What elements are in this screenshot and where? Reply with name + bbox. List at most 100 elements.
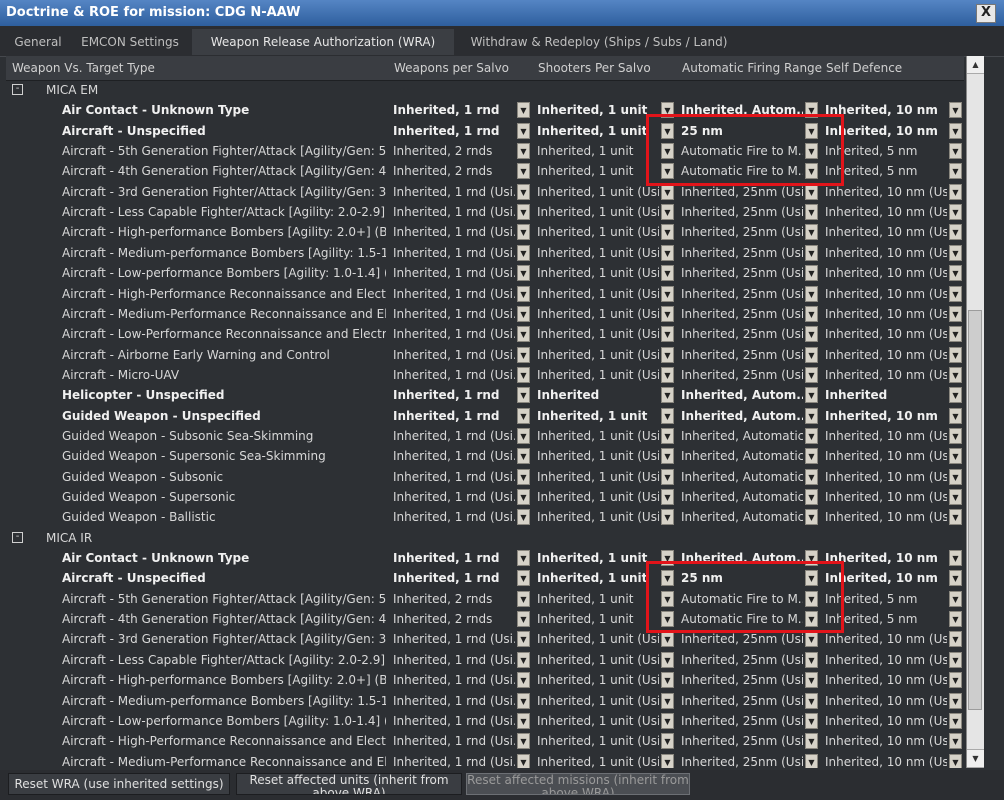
table-row[interactable]: Aircraft - Medium-Performance Reconnaiss… bbox=[6, 752, 964, 768]
column-header-self-defence[interactable]: Self Defence bbox=[826, 61, 902, 75]
dropdown-arrow-icon[interactable]: ▼ bbox=[805, 448, 818, 465]
dropdown-arrow-icon[interactable]: ▼ bbox=[805, 407, 818, 424]
dropdown-arrow-icon[interactable]: ▼ bbox=[517, 468, 530, 485]
dropdown-arrow-icon[interactable]: ▼ bbox=[805, 631, 818, 648]
self-defence-cell[interactable]: Inherited, 10 nm (Usi... bbox=[825, 266, 947, 280]
dropdown-arrow-icon[interactable]: ▼ bbox=[949, 244, 962, 261]
shooters-per-salvo-cell[interactable]: Inherited, 1 unit bbox=[537, 103, 659, 117]
shooters-per-salvo-cell[interactable]: Inherited, 1 unit (Usi... bbox=[537, 287, 659, 301]
dropdown-arrow-icon[interactable]: ▼ bbox=[661, 651, 674, 668]
dropdown-arrow-icon[interactable]: ▼ bbox=[805, 468, 818, 485]
dropdown-arrow-icon[interactable]: ▼ bbox=[517, 570, 530, 587]
table-row[interactable]: Guided Weapon - Unspecified Inherited, 1 … bbox=[6, 406, 964, 426]
weapons-per-salvo-cell[interactable]: Inherited, 1 rnd (Usi... bbox=[393, 673, 515, 687]
self-defence-cell[interactable]: Inherited, 10 nm (Usi... bbox=[825, 449, 947, 463]
reset-affected-units-button[interactable]: Reset affected units (inherit from above… bbox=[236, 773, 462, 795]
dropdown-arrow-icon[interactable]: ▼ bbox=[949, 753, 962, 768]
dropdown-arrow-icon[interactable]: ▼ bbox=[661, 305, 674, 322]
dropdown-arrow-icon[interactable]: ▼ bbox=[805, 509, 818, 526]
dropdown-arrow-icon[interactable]: ▼ bbox=[661, 631, 674, 648]
self-defence-cell[interactable]: Inherited, 10 nm (Usi... bbox=[825, 368, 947, 382]
dropdown-arrow-icon[interactable]: ▼ bbox=[949, 489, 962, 505]
dropdown-arrow-icon[interactable]: ▼ bbox=[517, 102, 530, 119]
weapons-per-salvo-cell[interactable]: Inherited, 1 rnd (Usi... bbox=[393, 694, 515, 708]
shooters-per-salvo-cell[interactable]: Inherited, 1 unit (Usi... bbox=[537, 653, 659, 667]
table-row[interactable]: Aircraft - High-performance Bombers [Agi… bbox=[6, 222, 964, 242]
automatic-firing-range-cell[interactable]: Inherited, 25nm (Usi... bbox=[681, 205, 803, 219]
dropdown-arrow-icon[interactable]: ▼ bbox=[661, 183, 674, 200]
shooters-per-salvo-cell[interactable]: Inherited, 1 unit (Usi... bbox=[537, 673, 659, 687]
dropdown-arrow-icon[interactable]: ▼ bbox=[517, 692, 530, 709]
dropdown-arrow-icon[interactable]: ▼ bbox=[805, 183, 818, 200]
shooters-per-salvo-cell[interactable]: Inherited, 1 unit (Usi... bbox=[537, 755, 659, 768]
shooters-per-salvo-cell[interactable]: Inherited, 1 unit (Usi... bbox=[537, 632, 659, 646]
shooters-per-salvo-cell[interactable]: Inherited, 1 unit (Usi... bbox=[537, 246, 659, 260]
shooters-per-salvo-cell[interactable]: Inherited, 1 unit bbox=[537, 144, 659, 158]
dropdown-arrow-icon[interactable]: ▼ bbox=[805, 672, 818, 689]
weapons-per-salvo-cell[interactable]: Inherited, 1 rnd (Usi... bbox=[393, 307, 515, 321]
weapons-per-salvo-cell[interactable]: Inherited, 1 rnd (Usi... bbox=[393, 205, 515, 219]
table-row[interactable]: Aircraft - Medium-performance Bombers [A… bbox=[6, 691, 964, 711]
tab-emcon-settings[interactable]: EMCON Settings bbox=[76, 29, 184, 55]
dropdown-arrow-icon[interactable]: ▼ bbox=[949, 122, 962, 139]
dropdown-arrow-icon[interactable]: ▼ bbox=[661, 204, 674, 221]
weapons-per-salvo-cell[interactable]: Inherited, 1 rnd (Usi... bbox=[393, 348, 515, 362]
shooters-per-salvo-cell[interactable]: Inherited, 1 unit (Usi... bbox=[537, 266, 659, 280]
dropdown-arrow-icon[interactable]: ▼ bbox=[517, 733, 530, 750]
dropdown-arrow-icon[interactable]: ▼ bbox=[661, 346, 674, 363]
self-defence-cell[interactable]: Inherited, 10 nm (Usi... bbox=[825, 734, 947, 748]
dropdown-arrow-icon[interactable]: ▼ bbox=[949, 590, 962, 607]
dropdown-arrow-icon[interactable]: ▼ bbox=[805, 427, 818, 444]
weapons-per-salvo-cell[interactable]: Inherited, 1 rnd bbox=[393, 103, 515, 117]
shooters-per-salvo-cell[interactable]: Inherited, 1 unit bbox=[537, 571, 659, 585]
dropdown-arrow-icon[interactable]: ▼ bbox=[661, 448, 674, 465]
dropdown-arrow-icon[interactable]: ▼ bbox=[517, 285, 530, 302]
table-row[interactable]: Aircraft - High-performance Bombers [Agi… bbox=[6, 670, 964, 690]
dropdown-arrow-icon[interactable]: ▼ bbox=[661, 509, 674, 526]
automatic-firing-range-cell[interactable]: Inherited, Automatic ... bbox=[681, 449, 803, 463]
shooters-per-salvo-cell[interactable]: Inherited, 1 unit (Usi... bbox=[537, 348, 659, 362]
shooters-per-salvo-cell[interactable]: Inherited, 1 unit (Usi... bbox=[537, 205, 659, 219]
reset-wra-button[interactable]: Reset WRA (use inherited settings) bbox=[8, 773, 230, 795]
self-defence-cell[interactable]: Inherited, 10 nm (Usi... bbox=[825, 653, 947, 667]
weapons-per-salvo-cell[interactable]: Inherited, 1 rnd bbox=[393, 409, 515, 423]
self-defence-cell[interactable]: Inherited, 10 nm (Usi... bbox=[825, 246, 947, 260]
shooters-per-salvo-cell[interactable]: Inherited, 1 unit bbox=[537, 124, 659, 138]
self-defence-cell[interactable]: Inherited, 10 nm (Usi... bbox=[825, 327, 947, 341]
weapons-per-salvo-cell[interactable]: Inherited, 1 rnd (Usi... bbox=[393, 429, 515, 443]
automatic-firing-range-cell[interactable]: Inherited, 25nm (Usi... bbox=[681, 246, 803, 260]
dropdown-arrow-icon[interactable]: ▼ bbox=[949, 305, 962, 322]
dropdown-arrow-icon[interactable]: ▼ bbox=[517, 712, 530, 729]
weapons-per-salvo-cell[interactable]: Inherited, 1 rnd bbox=[393, 551, 515, 565]
weapons-per-salvo-cell[interactable]: Inherited, 1 rnd (Usi... bbox=[393, 185, 515, 199]
table-row[interactable]: Aircraft - Less Capable Fighter/Attack [… bbox=[6, 650, 964, 670]
shooters-per-salvo-cell[interactable]: Inherited, 1 unit (Usi... bbox=[537, 429, 659, 443]
weapons-per-salvo-cell[interactable]: Inherited, 1 rnd (Usi... bbox=[393, 266, 515, 280]
scroll-up-icon[interactable]: ▲ bbox=[967, 56, 984, 74]
weapons-per-salvo-cell[interactable]: Inherited, 1 rnd (Usi... bbox=[393, 225, 515, 239]
dropdown-arrow-icon[interactable]: ▼ bbox=[517, 387, 530, 404]
dropdown-arrow-icon[interactable]: ▼ bbox=[805, 285, 818, 302]
dropdown-arrow-icon[interactable]: ▼ bbox=[949, 102, 962, 119]
automatic-firing-range-cell[interactable]: Inherited, 25nm (Usi... bbox=[681, 734, 803, 748]
dropdown-arrow-icon[interactable]: ▼ bbox=[517, 224, 530, 241]
shooters-per-salvo-cell[interactable]: Inherited, 1 unit (Usi... bbox=[537, 225, 659, 239]
automatic-firing-range-cell[interactable]: Inherited, Automatic ... bbox=[681, 429, 803, 443]
shooters-per-salvo-cell[interactable]: Inherited, 1 unit bbox=[537, 592, 659, 606]
dropdown-arrow-icon[interactable]: ▼ bbox=[949, 387, 962, 404]
self-defence-cell[interactable]: Inherited, 10 nm (Usi... bbox=[825, 287, 947, 301]
self-defence-cell[interactable]: Inherited, 10 nm (Usi... bbox=[825, 225, 947, 239]
dropdown-arrow-icon[interactable]: ▼ bbox=[949, 366, 962, 383]
dropdown-arrow-icon[interactable]: ▼ bbox=[661, 468, 674, 485]
dropdown-arrow-icon[interactable]: ▼ bbox=[805, 489, 818, 505]
shooters-per-salvo-cell[interactable]: Inherited, 1 unit (Usi... bbox=[537, 185, 659, 199]
self-defence-cell[interactable]: Inherited, 10 nm (Usi... bbox=[825, 185, 947, 199]
dropdown-arrow-icon[interactable]: ▼ bbox=[805, 346, 818, 363]
dropdown-arrow-icon[interactable]: ▼ bbox=[517, 590, 530, 607]
dropdown-arrow-icon[interactable]: ▼ bbox=[661, 366, 674, 383]
dropdown-arrow-icon[interactable]: ▼ bbox=[517, 448, 530, 465]
dropdown-arrow-icon[interactable]: ▼ bbox=[517, 346, 530, 363]
tab-wra[interactable]: Weapon Release Authorization (WRA) bbox=[192, 29, 454, 55]
weapons-per-salvo-cell[interactable]: Inherited, 1 rnd bbox=[393, 124, 515, 138]
dropdown-arrow-icon[interactable]: ▼ bbox=[805, 651, 818, 668]
